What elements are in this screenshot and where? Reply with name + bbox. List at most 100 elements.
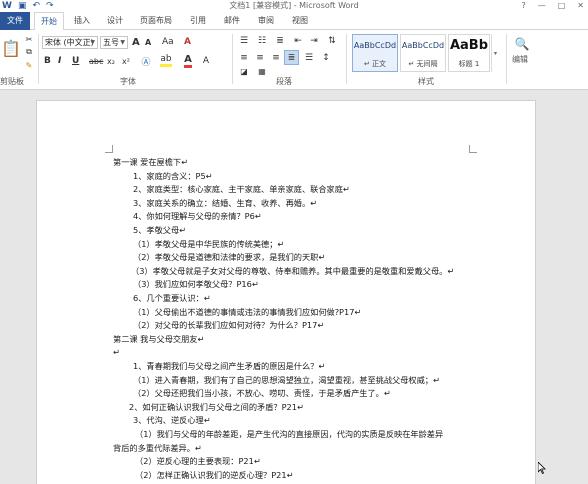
document-line: （1）孝敬父母是中华民族的传统美德；↵ (133, 238, 285, 249)
format-painter-icon[interactable]: ✎ (24, 60, 34, 70)
font-group-label: 字体 (120, 77, 136, 86)
font-color-icon[interactable]: A (182, 54, 194, 68)
margin-corner-mark (469, 145, 477, 153)
document-line: 1、青春期我们与父母之间产生矛盾的原因是什么？↵ (133, 361, 326, 371)
tab-references[interactable]: 引用 (190, 12, 206, 30)
document-page[interactable]: 第一课 爱在屋檐下↵ 1、家庭的含义：P5↵ 2、家庭类型：核心家庭、主干家庭、单亲… (36, 100, 536, 484)
highlight-icon[interactable]: ab (160, 55, 172, 67)
text-effects-icon[interactable]: Ⓐ (140, 55, 152, 68)
copy-icon[interactable]: ⧉ (24, 47, 34, 57)
tab-design[interactable]: 设计 (107, 12, 123, 30)
align-right-icon[interactable]: ≡ (270, 52, 282, 64)
cut-icon[interactable]: ✂ (24, 34, 34, 44)
chevron-down-icon: ▼ (120, 39, 125, 46)
style-normal[interactable]: AaBbCcDd ↵ 正文 (352, 34, 398, 72)
document-line: 背后的多重代际差异。↵ (113, 442, 202, 453)
editing-button[interactable]: 编辑 (512, 54, 528, 65)
tab-mailings[interactable]: 邮件 (224, 12, 240, 30)
tab-home[interactable]: 开始 (34, 12, 64, 31)
document-line: （1）父母偷出不道德的事情或违法的事情我们应如何做?P17↵ (133, 306, 362, 317)
font-name-combo[interactable]: 宋体 (中文正) ▼ (42, 36, 98, 49)
paste-icon[interactable]: 📋 (1, 34, 21, 62)
style-name: 标题 1 (458, 60, 480, 68)
document-line: （2）孝敬父母是道德和法律的要求，是我们的天职↵ (133, 252, 326, 263)
style-name: ↵ 正文 (363, 60, 387, 68)
document-line: 1、家庭的含义：P5↵ (133, 170, 213, 181)
tab-review[interactable]: 审阅 (258, 12, 274, 30)
change-case-button[interactable]: Aa (162, 37, 174, 47)
style-sample-text: AaBb (449, 38, 489, 53)
minimize-button[interactable]: — (538, 0, 546, 12)
numbering-icon[interactable]: ☷ (256, 35, 268, 47)
maximize-button[interactable]: □ (558, 0, 566, 12)
bullets-icon[interactable]: ☰ (238, 35, 250, 47)
document-line: （1）进入青春期，我们有了自己的思想渴望独立，渴望重视，甚至挑战父母权威；↵ (133, 374, 440, 385)
font-size-value: 五号 (103, 38, 119, 47)
find-icon[interactable]: 🔍 (514, 36, 530, 52)
line-spacing-icon[interactable]: ↕ (320, 52, 332, 64)
sort-icon[interactable]: ⇅ (326, 35, 338, 47)
document-canvas: 第一课 爱在屋檐下↵ 1、家庭的含义：P5↵ 2、家庭类型：核心家庭、主干家庭、单亲… (0, 90, 588, 484)
group-divider (232, 34, 233, 84)
mouse-cursor-icon (537, 461, 546, 475)
tab-view[interactable]: 视图 (292, 12, 308, 30)
align-center-icon[interactable]: ≡ (254, 52, 266, 64)
document-line: （2）父母还把我们当小孩，不放心、唠叨、责怪，于是矛盾产生了。↵ (133, 388, 391, 399)
styles-more-icon[interactable]: ▾ (491, 34, 499, 72)
ribbon-tabs: 文件 开始 插入 设计 页面布局 引用 邮件 审阅 视图 (0, 12, 588, 31)
group-divider (506, 34, 507, 84)
style-heading-1[interactable]: AaBb 标题 1 (448, 34, 490, 72)
superscript-button[interactable]: x² (122, 57, 130, 66)
tab-page-layout[interactable]: 页面布局 (140, 12, 172, 30)
group-divider (346, 34, 347, 84)
justify-icon[interactable]: ≣ (284, 50, 299, 65)
margin-corner-mark (105, 145, 113, 153)
borders-icon[interactable]: ▦ (256, 66, 268, 76)
bold-button[interactable]: B (44, 56, 51, 66)
distributed-icon[interactable]: ☰ (303, 52, 315, 64)
close-button[interactable]: ✕ (577, 0, 584, 12)
group-divider (38, 34, 39, 84)
clipboard-group-label: 剪贴板 (0, 77, 24, 86)
strikethrough-button[interactable]: abc (89, 57, 103, 66)
document-line: 2、家庭类型：核心家庭、主干家庭、单亲家庭、联合家庭↵ (133, 184, 350, 195)
font-size-combo[interactable]: 五号 ▼ (100, 36, 128, 49)
document-line: （3）我们应如何孝敬父母？P16↵ (133, 279, 259, 290)
style-sample-text: AaBbCcDd (353, 41, 397, 50)
help-button[interactable]: ? (521, 0, 525, 12)
document-line: （2）对父母的长辈我们应如何对待？为什么？P17↵ (133, 320, 325, 331)
multilevel-list-icon[interactable]: ≣ (274, 35, 286, 47)
underline-button[interactable]: U (72, 56, 79, 66)
style-name: ↵ 无间隔 (408, 60, 438, 68)
document-line: 6、几个重要认识：↵ (133, 293, 211, 303)
document-line: （2）怎样正确认识我们的逆反心理？P21↵ (135, 469, 294, 480)
increase-indent-icon[interactable]: ⇥ (308, 35, 320, 47)
document-line: 4、你如何理解与父母的亲情？P6↵ (133, 211, 262, 222)
shrink-font-button[interactable]: A (145, 38, 151, 47)
tab-insert[interactable]: 插入 (74, 12, 90, 30)
subscript-button[interactable]: x₂ (107, 57, 115, 66)
document-line: （3）孝敬父母就是子女对父母的尊敬、侍奉和赡养。其中最重要的是敬重和爱戴父母。↵ (131, 265, 455, 276)
window-controls: ? — □ ✕ (521, 0, 584, 12)
align-left-icon[interactable]: ≡ (238, 52, 250, 64)
document-line: ↵ (113, 347, 120, 358)
document-line: 第二课 我与父母交朋友↵ (113, 333, 205, 344)
document-line: 第一课 爱在屋檐下↵ (113, 157, 188, 167)
ribbon: 📋 ✂ ⧉ ✎ 剪贴板 宋体 (中文正) ▼ 五号 ▼ A A Aa A B I… (0, 30, 588, 90)
styles-group-label: 样式 (418, 77, 434, 86)
document-line: （2）逆反心理的主要表现：P21↵ (135, 456, 261, 467)
grow-font-button[interactable]: A (132, 37, 140, 48)
clear-format-button[interactable]: A (184, 37, 191, 47)
shading-icon[interactable]: ◪ (238, 66, 250, 76)
font-name-value: 宋体 (中文正) (45, 38, 94, 47)
style-no-spacing[interactable]: AaBbCcDd ↵ 无间隔 (400, 34, 446, 72)
title-bar: W ▣ ↶ ↷ 文档1 [兼容模式] - Microsoft Word ? — … (0, 0, 588, 12)
document-line: 5、孝敬父母↵ (133, 225, 187, 235)
window-title: 文档1 [兼容模式] - Microsoft Word (229, 1, 359, 10)
tab-file[interactable]: 文件 (0, 12, 30, 30)
italic-button[interactable]: I (58, 56, 61, 66)
paragraph-group-label: 段落 (276, 77, 292, 86)
char-shading-icon[interactable]: A (200, 55, 212, 67)
decrease-indent-icon[interactable]: ⇤ (292, 35, 304, 47)
style-sample-text: AaBbCcDd (401, 41, 445, 50)
